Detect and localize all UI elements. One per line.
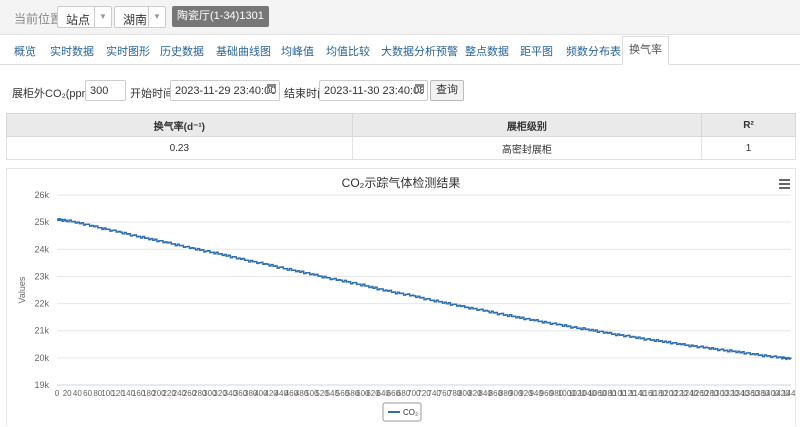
x-tick-label: 0 bbox=[55, 389, 60, 398]
site-select[interactable]: 站点 ▼ bbox=[57, 6, 112, 28]
y-axis-label: Values bbox=[17, 276, 27, 303]
tab-anomaly-chart[interactable]: 距平图 bbox=[520, 43, 553, 59]
co2-series-line bbox=[57, 217, 792, 361]
column-header: 展柜级别 bbox=[351, 113, 703, 137]
calendar-icon[interactable] bbox=[415, 84, 424, 93]
y-tick-label: 24k bbox=[34, 244, 49, 254]
query-button[interactable]: 查询 bbox=[430, 80, 464, 101]
breadcrumb: 当前位置 站点 ▼ 湖南 ▼ 陶瓷厅(1-34)1301 bbox=[0, 0, 800, 35]
x-tick-label: 60 bbox=[83, 389, 92, 398]
legend-item-co2: CO₂ bbox=[403, 408, 418, 417]
result-table: 换气率(d⁻¹) 展柜级别 R² 0.23 高密封展柜 1 bbox=[6, 113, 796, 160]
location-badge[interactable]: 陶瓷厅(1-34)1301 bbox=[172, 6, 269, 27]
cabinet-level-cell: 高密封展柜 bbox=[351, 136, 703, 160]
co2-input[interactable] bbox=[85, 80, 126, 101]
region-select-value: 湖南 bbox=[123, 13, 148, 27]
start-time-input[interactable] bbox=[170, 80, 280, 101]
tab-mean-compare[interactable]: 均值比较 bbox=[326, 43, 370, 59]
tab-hourly-data[interactable]: 整点数据 bbox=[465, 43, 509, 59]
table-header-row: 换气率(d⁻¹) 展柜级别 R² bbox=[6, 113, 796, 137]
tab-overview[interactable]: 概览 bbox=[14, 43, 36, 59]
end-time-input[interactable] bbox=[319, 80, 428, 101]
start-time-label: 开始时间 bbox=[130, 88, 174, 100]
query-bar: 展柜外CO₂(ppm) 开始时间 结束时间 查询 bbox=[6, 76, 796, 106]
column-header: 换气率(d⁻¹) bbox=[6, 113, 353, 137]
breadcrumb-label: 当前位置 bbox=[14, 12, 63, 26]
r-squared-cell: 1 bbox=[701, 136, 796, 160]
co2-line-chart: CO₂示踪气体检测结果 19k 20k 21k 22k 23k 24k 25k 26k Value… bbox=[17, 175, 795, 422]
region-select[interactable]: 湖南 ▼ bbox=[114, 6, 166, 28]
chevron-down-icon: ▼ bbox=[94, 7, 111, 27]
calendar-icon[interactable] bbox=[267, 84, 276, 93]
y-tick-label: 22k bbox=[34, 299, 49, 309]
tab-frequency-table[interactable]: 频数分布表 bbox=[566, 43, 621, 59]
x-tick-label: 1440 bbox=[782, 389, 795, 398]
y-tick-label: 26k bbox=[34, 190, 49, 200]
hamburger-icon[interactable] bbox=[779, 179, 790, 189]
tab-realtime-graph[interactable]: 实时图形 bbox=[106, 43, 150, 59]
chart-title: CO₂示踪气体检测结果 bbox=[342, 175, 461, 190]
tab-history-data[interactable]: 历史数据 bbox=[160, 43, 204, 59]
x-tick-label: 40 bbox=[73, 389, 82, 398]
chart-panel: CO₂示踪气体检测结果 19k 20k 21k 22k 23k 24k 25k 26k Value… bbox=[6, 168, 796, 426]
tab-air-exchange-rate[interactable]: 换气率 bbox=[622, 36, 669, 65]
site-select-value: 站点 bbox=[66, 13, 91, 27]
column-header: R² bbox=[701, 113, 796, 137]
tab-base-curve[interactable]: 基础曲线图 bbox=[216, 43, 271, 59]
y-tick-label: 25k bbox=[34, 217, 49, 227]
y-tick-label: 21k bbox=[34, 326, 49, 336]
y-tick-label: 20k bbox=[34, 353, 49, 363]
y-tick-label: 23k bbox=[34, 271, 49, 281]
co2-label: 展柜外CO₂(ppm) bbox=[12, 88, 95, 100]
tab-bar: 概览 实时数据 实时图形 历史数据 基础曲线图 均峰值 均值比较 大数据分析预警… bbox=[0, 36, 800, 65]
x-tick-label: 20 bbox=[63, 389, 72, 398]
y-tick-label: 19k bbox=[34, 380, 49, 390]
table-row: 0.23 高密封展柜 1 bbox=[6, 136, 796, 160]
tab-realtime-data[interactable]: 实时数据 bbox=[50, 43, 94, 59]
chevron-down-icon: ▼ bbox=[148, 7, 165, 27]
tab-peak-mean[interactable]: 均峰值 bbox=[281, 43, 314, 59]
air-exchange-rate-cell: 0.23 bbox=[6, 136, 353, 160]
tab-bigdata-alert[interactable]: 大数据分析预警 bbox=[381, 43, 458, 59]
